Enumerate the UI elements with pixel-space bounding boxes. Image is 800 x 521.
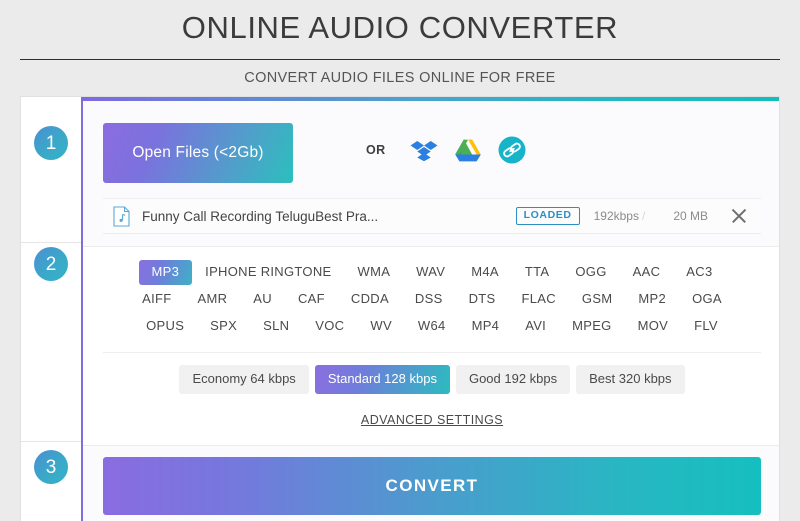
- step-indicator-1: 1: [34, 126, 68, 160]
- format-button-mov[interactable]: MOV: [625, 314, 682, 338]
- file-meta-separator: /: [641, 209, 646, 223]
- quality-button-good[interactable]: Good 192 kbps: [455, 365, 571, 394]
- format-button-oga[interactable]: OGA: [679, 287, 735, 311]
- format-button-sln[interactable]: SLN: [250, 314, 302, 338]
- page-header: ONLINE AUDIO CONVERTER CONVERT AUDIO FIL…: [0, 0, 800, 96]
- format-button-wma[interactable]: WMA: [345, 260, 404, 284]
- format-button-tta[interactable]: TTA: [512, 260, 563, 284]
- advanced-settings-link[interactable]: ADVANCED SETTINGS: [83, 413, 779, 427]
- audio-file-icon: [113, 205, 130, 227]
- step3-convert-section: CONVERT: [83, 445, 779, 521]
- cloud-source-icons: [409, 135, 527, 165]
- format-button-dss[interactable]: DSS: [402, 287, 456, 311]
- format-button-cdda[interactable]: CDDA: [338, 287, 402, 311]
- format-button-spx[interactable]: SPX: [197, 314, 250, 338]
- rail-divider-2: [21, 441, 81, 442]
- format-button-ac3[interactable]: AC3: [673, 260, 725, 284]
- format-button-w64[interactable]: W64: [405, 314, 459, 338]
- page-root: ONLINE AUDIO CONVERTER CONVERT AUDIO FIL…: [0, 0, 800, 521]
- page-subtitle: CONVERT AUDIO FILES ONLINE FOR FREE: [244, 70, 556, 86]
- format-button-m4a[interactable]: M4A: [458, 260, 512, 284]
- format-button-mp2[interactable]: MP2: [625, 287, 679, 311]
- format-button-grid: MP3 IPHONE RINGTONE WMA WAV M4A TTA OGG AAC AC3 A…: [103, 259, 761, 340]
- format-button-aiff[interactable]: AIFF: [129, 287, 184, 311]
- card-top-gradient-bar: [81, 97, 779, 101]
- format-button-mp4[interactable]: MP4: [459, 314, 513, 338]
- url-link-icon[interactable]: [497, 135, 527, 165]
- rail-vertical-accent-line: [81, 101, 83, 521]
- file-status-badge: LOADED: [515, 207, 580, 225]
- format-button-ogg[interactable]: OGG: [562, 260, 619, 284]
- format-button-mpeg[interactable]: MPEG: [559, 314, 624, 338]
- format-button-amr[interactable]: AMR: [185, 287, 241, 311]
- format-button-flv[interactable]: FLV: [681, 314, 731, 338]
- title-divider: [20, 59, 780, 60]
- format-button-flac[interactable]: FLAC: [508, 287, 568, 311]
- quality-button-best[interactable]: Best 320 kbps: [576, 365, 685, 394]
- converter-card: 1 2 3 Open Files (<2Gb) OR Funny Call Re…: [20, 96, 780, 521]
- file-bitrate: 192kbps: [593, 209, 639, 223]
- quality-button-standard[interactable]: Standard 128 kbps: [314, 365, 450, 394]
- format-row-1: MP3 IPHONE RINGTONE WMA WAV M4A TTA OGG AAC AC3: [103, 259, 761, 286]
- format-row-2: AIFF AMR AU CAF CDDA DSS DTS FLAC GSM MP2 OGA: [103, 286, 761, 313]
- dropbox-icon[interactable]: [409, 135, 439, 165]
- format-button-au[interactable]: AU: [240, 287, 285, 311]
- step-indicator-3: 3: [34, 450, 68, 484]
- format-button-wav[interactable]: WAV: [403, 260, 458, 284]
- format-button-opus[interactable]: OPUS: [133, 314, 197, 338]
- quality-button-economy[interactable]: Economy 64 kbps: [179, 365, 309, 394]
- or-label: OR: [366, 143, 386, 157]
- file-size: 20 MB: [673, 209, 708, 223]
- format-button-iphone-ringtone[interactable]: IPHONE RINGTONE: [192, 260, 344, 284]
- page-title: ONLINE AUDIO CONVERTER: [181, 10, 619, 45]
- step-indicator-2: 2: [34, 247, 68, 281]
- open-files-button[interactable]: Open Files (<2Gb): [103, 123, 293, 183]
- format-button-avi[interactable]: AVI: [512, 314, 559, 338]
- uploaded-file-name: Funny Call Recording TeluguBest Pra...: [142, 208, 379, 224]
- format-button-gsm[interactable]: GSM: [569, 287, 626, 311]
- steps-rail: 1 2 3: [21, 97, 81, 521]
- format-button-caf[interactable]: CAF: [285, 287, 338, 311]
- quality-preset-group: Economy 64 kbps Standard 128 kbps Good 192…: [83, 365, 779, 394]
- remove-file-icon[interactable]: [730, 207, 748, 225]
- uploaded-file-row: Funny Call Recording TeluguBest Pra... L…: [103, 198, 761, 234]
- format-button-dts[interactable]: DTS: [456, 287, 509, 311]
- rail-divider-1: [21, 242, 81, 243]
- card-content: Open Files (<2Gb) OR Funny Call Recordin…: [83, 101, 779, 521]
- format-button-voc[interactable]: VOC: [302, 314, 357, 338]
- format-button-aac[interactable]: AAC: [620, 260, 674, 284]
- format-button-mp3[interactable]: MP3: [138, 260, 193, 285]
- step2-format-section: MP3 IPHONE RINGTONE WMA WAV M4A TTA OGG AAC AC3 A…: [83, 246, 779, 445]
- format-row-3: OPUS SPX SLN VOC WV W64 MP4 AVI MPEG MOV FLV: [103, 313, 761, 340]
- google-drive-icon[interactable]: [453, 135, 483, 165]
- convert-button[interactable]: CONVERT: [103, 457, 761, 515]
- format-button-wv[interactable]: WV: [357, 314, 405, 338]
- format-quality-divider: [103, 352, 761, 353]
- step1-upload-section: Open Files (<2Gb) OR Funny Call Recordin…: [83, 101, 779, 246]
